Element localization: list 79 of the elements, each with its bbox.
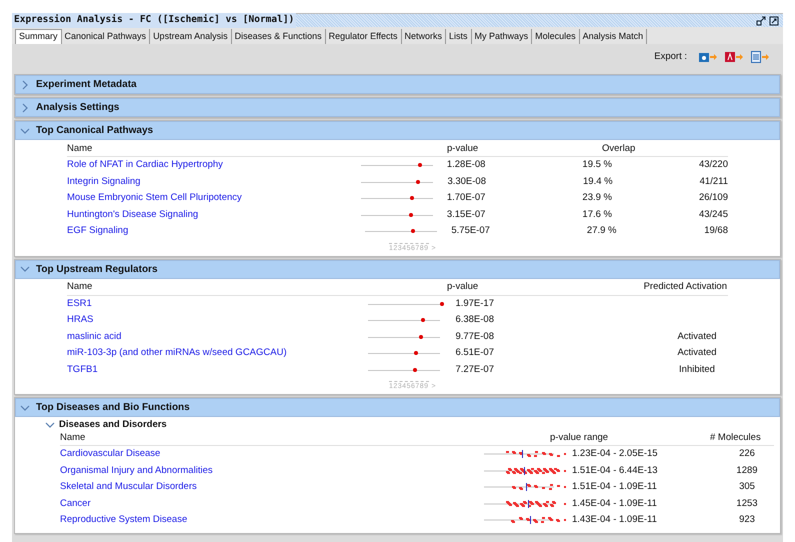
p-value-range: 1.45E-04 - 1.09E-11 [572, 496, 658, 511]
row-link[interactable]: ESR1 [67, 296, 368, 311]
tab[interactable]: Summary [15, 29, 62, 44]
overlap-percent: 27.9 % [586, 224, 618, 238]
chevron-down-icon[interactable] [20, 264, 30, 274]
p-value: 3.30E-08 [446, 174, 486, 189]
column-header: p-value range [550, 430, 610, 445]
row-link[interactable]: Reproductive System Disease [60, 513, 484, 528]
restore-icon[interactable] [756, 16, 766, 26]
p-value: 1.97E-17 [454, 296, 494, 311]
p-value: 1.70E-07 [446, 191, 486, 206]
row-link[interactable]: Cardiovascular Disease [60, 447, 484, 462]
molecule-count: 305 [738, 480, 756, 494]
row-link[interactable]: Organismal Injury and Abnormalities [60, 464, 484, 478]
row-link[interactable]: Skeletal and Muscular Disorders [60, 480, 484, 494]
p-value: 6.51E-07 [454, 346, 494, 360]
p-value: 7.27E-07 [454, 362, 494, 377]
chevron-down-icon[interactable] [20, 126, 30, 136]
p-value-range: 1.23E-04 - 2.05E-15 [572, 447, 659, 462]
section-header[interactable]: Analysis Settings [15, 98, 780, 117]
p-value: 9.77E-08 [454, 330, 494, 344]
p-value-range: 1.43E-04 - 1.09E-11 [572, 513, 658, 528]
activation-status: Activated [676, 330, 718, 344]
p-value-range: 1.51E-04 - 1.09E-11 [572, 480, 658, 494]
chevron-down-icon[interactable] [45, 420, 55, 430]
molecule-count: 226 [738, 447, 756, 462]
activation-status: Activated [676, 346, 718, 360]
column-header: Overlap [602, 142, 636, 156]
column-header: Name [67, 280, 94, 294]
p-value: 6.38E-08 [454, 313, 494, 328]
column-header: Name [67, 142, 94, 156]
row-link[interactable]: Huntington's Disease Signaling [67, 208, 361, 222]
overlap-ratio: 43/245 [698, 208, 728, 222]
activation-status: Inhibited [678, 362, 716, 377]
section-header[interactable]: Top Canonical Pathways [15, 121, 780, 140]
p-value-range: 1.51E-04 - 6.44E-13 [572, 464, 659, 478]
overlap-ratio: 26/109 [698, 191, 728, 206]
chevron-right-icon[interactable] [20, 102, 30, 112]
column-header: p-value [447, 142, 480, 156]
pdf-export-icon[interactable] [725, 51, 743, 63]
row-link[interactable]: miR-103-3p (and other miRNAs w/seed GCAGCAU) [67, 346, 368, 360]
document-export-icon[interactable] [751, 51, 769, 63]
molecule-count: 1289 [735, 464, 759, 478]
tab[interactable]: Canonical Pathways [62, 29, 150, 44]
overlap-percent: 19.4 % [583, 174, 614, 189]
overlap-ratio: 43/220 [698, 158, 728, 172]
window-title: Expression Analysis - FC ([Ischemic] vs [Normal]) [12, 13, 296, 28]
overlap-percent: 19.5 % [582, 158, 613, 172]
overlap-percent: 17.6 % [582, 208, 613, 222]
row-link[interactable]: maslinic acid [67, 330, 368, 344]
export-label: Export : [654, 50, 687, 64]
row-link[interactable]: TGFB1 [67, 362, 368, 377]
p-value: 1.28E-08 [446, 158, 486, 172]
row-link[interactable]: EGF Signaling [67, 224, 364, 238]
p-value: 5.75E-07 [450, 224, 490, 238]
maximize-icon[interactable] [769, 16, 779, 26]
column-header: Name [60, 430, 86, 445]
p-value: 3.15E-07 [446, 208, 486, 222]
overlap-ratio: 19/68 [704, 224, 728, 238]
section-header[interactable]: Experiment Metadata [15, 75, 780, 94]
molecule-count: 923 [738, 513, 756, 528]
overlap-percent: 23.9 % [582, 191, 613, 206]
column-header: # Molecules [710, 430, 761, 445]
camera-export-icon[interactable] [699, 51, 717, 63]
chevron-right-icon[interactable] [20, 80, 30, 90]
row-link[interactable]: Mouse Embryonic Stem Cell Pluripotency [67, 191, 361, 206]
row-link[interactable]: Cancer [60, 496, 484, 511]
section-header[interactable]: Top Diseases and Bio Functions [15, 398, 780, 417]
row-link[interactable]: Role of NFAT in Cardiac Hypertrophy [67, 158, 361, 172]
chevron-down-icon[interactable] [20, 402, 30, 412]
column-header: Predicted Activation [644, 280, 727, 294]
tab[interactable]: Analysis Match [580, 29, 648, 44]
row-link[interactable]: Integrin Signaling [67, 174, 362, 189]
subsection-title: Diseases and Disorders [59, 418, 167, 432]
section-header[interactable]: Top Upstream Regulators [15, 260, 780, 278]
overlap-ratio: 41/211 [700, 174, 728, 189]
row-link[interactable]: HRAS [67, 313, 368, 328]
column-header: p-value [447, 280, 480, 294]
molecule-count: 1253 [735, 496, 759, 511]
